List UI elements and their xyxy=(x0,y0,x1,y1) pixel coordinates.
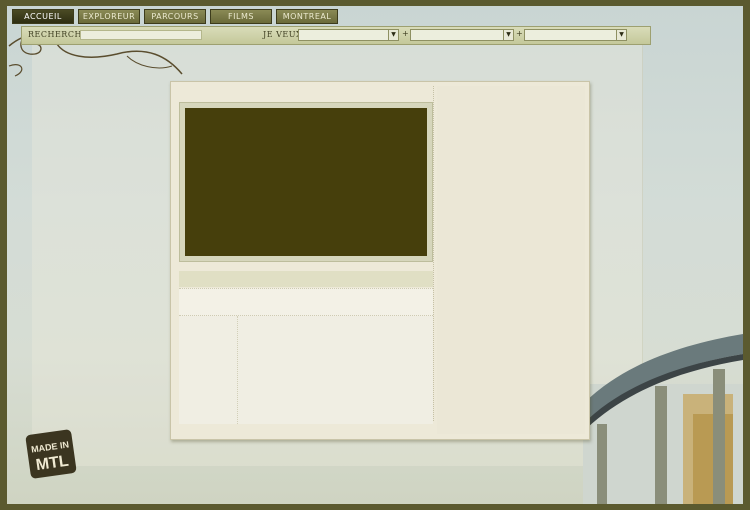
tab-exploreur[interactable]: EXPLOREUR xyxy=(78,9,140,24)
made-in-mtl-logo[interactable]: MADE IN MTL xyxy=(24,428,78,480)
chevron-down-icon[interactable]: ▼ xyxy=(616,30,626,40)
tab-films[interactable]: FILMS xyxy=(210,9,272,24)
je-veux-label: JE VEUX xyxy=(263,30,303,39)
plus-separator: + xyxy=(402,29,409,38)
filter-select-2[interactable]: ▼ xyxy=(410,29,514,41)
info-header-bar xyxy=(179,271,433,287)
main-nav: ACCUEIL EXPLOREUR PARCOURS FILMS MONTREA… xyxy=(12,9,338,34)
chevron-down-icon[interactable]: ▼ xyxy=(503,30,513,40)
filter-select-3[interactable]: ▼ xyxy=(524,29,627,41)
tab-parcours[interactable]: PARCOURS xyxy=(144,9,206,24)
plus-separator: + xyxy=(516,29,523,38)
search-input[interactable] xyxy=(80,30,202,40)
chevron-down-icon[interactable]: ▼ xyxy=(388,30,398,40)
tab-accueil[interactable]: ACCUEIL xyxy=(12,9,74,24)
info-grid-divider xyxy=(237,316,239,424)
bridge-illustration xyxy=(583,334,743,504)
content-left-column xyxy=(175,86,434,424)
info-grid xyxy=(179,316,433,424)
filter-select-1[interactable]: ▼ xyxy=(298,29,399,41)
video-player[interactable] xyxy=(185,108,427,256)
content-right-column xyxy=(437,86,585,434)
info-block xyxy=(179,288,433,316)
search-bar: RECHERCHE JE VEUX ▼ + ▼ + ▼ xyxy=(21,26,651,45)
video-frame xyxy=(179,102,433,262)
content-panel xyxy=(170,81,590,440)
tab-montreal-101[interactable]: MONTREAL 101 xyxy=(276,9,338,34)
